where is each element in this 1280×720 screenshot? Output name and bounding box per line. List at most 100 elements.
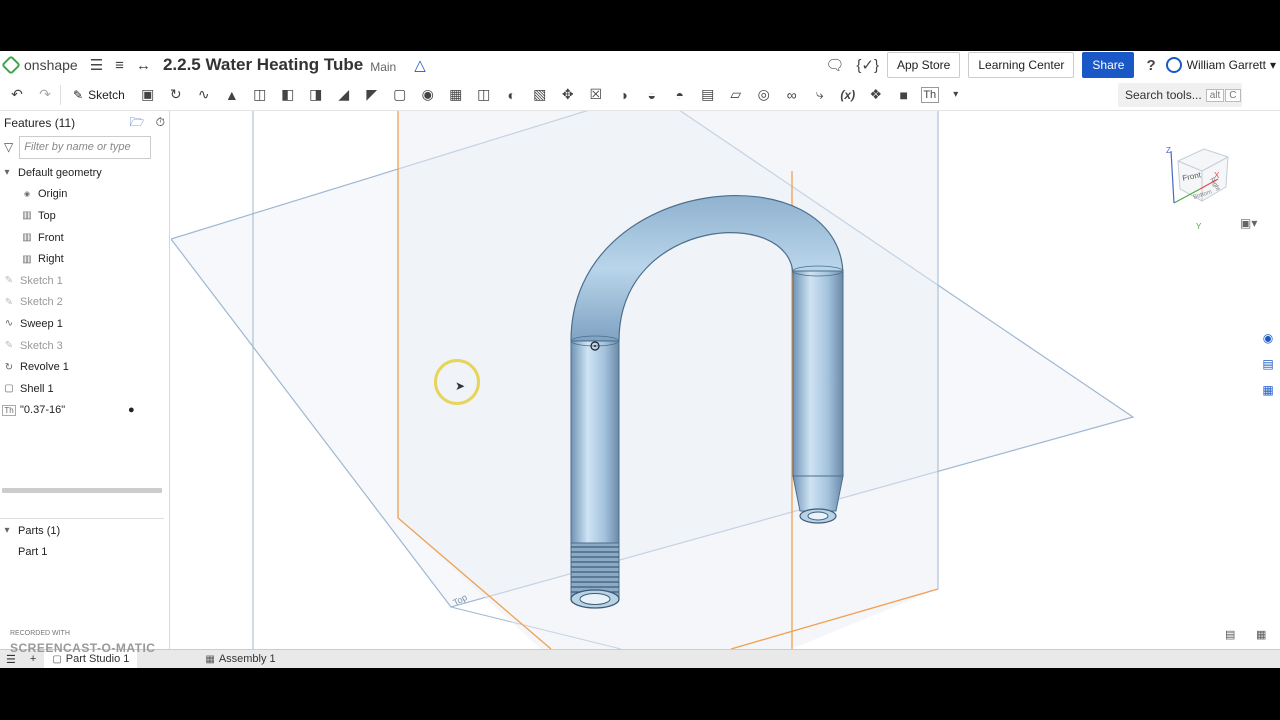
logo-text: onshape bbox=[24, 57, 78, 73]
chamfer-icon[interactable]: ◨ bbox=[305, 84, 327, 106]
toolbar: ↶ ↷ ✎ Sketch ▣ ↻ ∿ ▲ ◫ ◧ ◨ ◢ ◤ ▢ ◉ ▦ ◫ ◐… bbox=[0, 79, 1280, 111]
share-button[interactable]: Share bbox=[1082, 52, 1135, 78]
filter-row: ▽ Filter by name or type bbox=[0, 135, 169, 159]
feature-item-revolve-1[interactable]: ↻ Revolve 1 bbox=[0, 356, 169, 378]
default-geometry-folder[interactable]: ▾ Default geometry bbox=[0, 162, 169, 184]
sketch-button[interactable]: ✎ Sketch bbox=[73, 88, 125, 102]
model-canvas: Top Front Right Bottom Z X Y ▣▾ bbox=[171, 111, 1257, 649]
mate-connector-icon[interactable]: ◎ bbox=[753, 84, 775, 106]
comments-icon[interactable]: 🗨 bbox=[825, 56, 844, 74]
alt-key-hint: alt bbox=[1205, 88, 1225, 102]
variable-icon[interactable]: (x) bbox=[837, 84, 859, 106]
feature-label: "0.37-16" bbox=[20, 404, 66, 417]
parts-title: Parts (1) bbox=[18, 524, 61, 537]
hole-icon[interactable]: ◉ bbox=[417, 84, 439, 106]
pencil-icon: ✎ bbox=[73, 87, 84, 102]
document-title[interactable]: 2.2.5 Water Heating Tube bbox=[163, 55, 363, 75]
y-axis-label: Y bbox=[1196, 222, 1202, 231]
chevron-down-icon: ▾ bbox=[4, 525, 10, 537]
offset-surface-icon[interactable]: ▤ bbox=[697, 84, 719, 106]
appearance-panel-icon[interactable]: ◉ bbox=[1256, 331, 1280, 357]
helix-icon[interactable]: ∞ bbox=[781, 84, 803, 106]
view-options-icon[interactable]: ▣▾ bbox=[1240, 216, 1257, 230]
extrude-icon[interactable]: ▣ bbox=[137, 84, 159, 106]
onshape-logo-icon bbox=[1, 55, 21, 75]
feature-item-origin[interactable]: ◉ Origin bbox=[0, 184, 169, 206]
measure-icon[interactable]: ▤ bbox=[1225, 628, 1235, 641]
feature-item-top[interactable]: ▥ Top bbox=[0, 205, 169, 227]
frame-icon[interactable]: ■ bbox=[893, 84, 915, 106]
fillet-icon[interactable]: ◧ bbox=[277, 84, 299, 106]
chevron-down-icon[interactable]: ▾ bbox=[945, 84, 967, 106]
loft-icon[interactable]: ▲ bbox=[221, 84, 243, 106]
replace-face-icon[interactable]: ◓ bbox=[669, 84, 691, 106]
chevron-down-icon: ▾ bbox=[4, 167, 10, 179]
boolean-icon[interactable]: ◐ bbox=[501, 84, 523, 106]
feature-item-sketch-3[interactable]: ✎ Sketch 3 bbox=[0, 335, 169, 357]
render-mode-icon[interactable]: ▦ bbox=[1256, 628, 1266, 641]
onshape-logo[interactable]: onshape bbox=[1, 55, 78, 75]
menu-icon[interactable]: ☰ bbox=[90, 56, 103, 74]
rollback-bar[interactable] bbox=[2, 488, 162, 493]
graphics-viewport[interactable]: Top Front Right Bottom Z X Y ▣▾ ➤ ▤ ▦ bbox=[171, 111, 1280, 649]
sketch-label: Sketch bbox=[88, 87, 125, 102]
add-folder-icon[interactable]: 🗁 bbox=[129, 115, 144, 129]
user-avatar-icon bbox=[1165, 57, 1182, 73]
search-tools-input[interactable]: Search tools... alt C bbox=[1118, 83, 1242, 107]
rib-icon[interactable]: ◤ bbox=[361, 84, 383, 106]
features-title: Features (11) bbox=[4, 116, 76, 130]
delete-part-icon[interactable]: ☒ bbox=[585, 84, 607, 106]
feature-item-right[interactable]: ▥ Right bbox=[0, 248, 169, 270]
split-icon[interactable]: ▧ bbox=[529, 84, 551, 106]
sheet-metal-icon[interactable]: ❖ bbox=[865, 84, 887, 106]
mirror-icon[interactable]: ◫ bbox=[473, 84, 495, 106]
feature-list-icon[interactable]: ≡ bbox=[115, 57, 124, 74]
feature-item-front[interactable]: ▥ Front bbox=[0, 227, 169, 249]
education-cap-icon[interactable]: △ bbox=[414, 56, 426, 74]
transform-icon[interactable]: ✥ bbox=[557, 84, 579, 106]
shell-icon[interactable]: ▢ bbox=[389, 84, 411, 106]
bill-of-materials-icon[interactable]: ▤ bbox=[1256, 357, 1280, 383]
filter-input[interactable]: Filter by name or type bbox=[19, 135, 152, 159]
help-icon[interactable]: ? bbox=[1146, 57, 1155, 74]
sweep-icon: ∿ bbox=[4, 318, 14, 330]
plane-icon: ▥ bbox=[22, 232, 32, 244]
draft-icon[interactable]: ◢ bbox=[333, 84, 355, 106]
redo-icon[interactable]: ↷ bbox=[34, 84, 56, 106]
user-menu[interactable]: William Garrett ▾ bbox=[1165, 57, 1280, 73]
move-face-icon[interactable]: ◒ bbox=[641, 84, 663, 106]
revolve-icon[interactable]: ↻ bbox=[165, 84, 187, 106]
view-cube[interactable]: Front Right Bottom Z X Y bbox=[1166, 146, 1229, 231]
rollback-timer-icon[interactable]: ⏱ bbox=[156, 115, 165, 129]
sweep-icon[interactable]: ∿ bbox=[193, 84, 215, 106]
feature-item-thread[interactable]: Th "0.37-16" ● bbox=[0, 400, 169, 422]
feature-label: Right bbox=[38, 253, 64, 266]
feature-item-sketch-1[interactable]: ✎ Sketch 1 bbox=[0, 270, 169, 292]
user-name: William Garrett bbox=[1186, 58, 1266, 72]
x-axis-label: X bbox=[1214, 171, 1220, 180]
thicken-icon[interactable]: ◫ bbox=[249, 84, 271, 106]
text-feature-icon[interactable]: Th bbox=[920, 86, 939, 103]
feature-list-panel: Features (11) 🗁 ⏱ ▽ Filter by name or ty… bbox=[0, 111, 170, 649]
onshape-app: onshape ☰ ≡ ↔ 2.2.5 Water Heating Tube M… bbox=[0, 51, 1280, 668]
curve-icon[interactable]: ⤷ bbox=[809, 84, 831, 106]
app-store-button[interactable]: App Store bbox=[886, 52, 961, 78]
plus-branch-icon[interactable]: ↔ bbox=[136, 57, 151, 74]
recorded-with-label: RECORDED WITH bbox=[10, 630, 70, 637]
modify-fillet-icon[interactable]: ◑ bbox=[613, 84, 635, 106]
tab-assembly[interactable]: ▦ Assembly 1 bbox=[197, 650, 283, 669]
branch-name[interactable]: Main bbox=[370, 60, 396, 74]
feature-item-sketch-2[interactable]: ✎ Sketch 2 bbox=[0, 292, 169, 314]
plane-icon[interactable]: ▱ bbox=[725, 84, 747, 106]
learning-center-button[interactable]: Learning Center bbox=[968, 52, 1075, 78]
variables-icon[interactable]: {✓} bbox=[856, 56, 879, 74]
feature-item-shell-1[interactable]: ▢ Shell 1 bbox=[0, 378, 169, 400]
parts-folder[interactable]: ▾ Parts (1) bbox=[0, 520, 168, 542]
undo-icon[interactable]: ↶ bbox=[6, 84, 28, 106]
pattern-icon[interactable]: ▦ bbox=[445, 84, 467, 106]
rollback-marker-icon[interactable]: ● bbox=[128, 404, 135, 416]
feature-item-sweep-1[interactable]: ∿ Sweep 1 bbox=[0, 313, 169, 335]
part-item[interactable]: Part 1 bbox=[0, 542, 168, 564]
properties-panel-icon[interactable]: ▦ bbox=[1256, 383, 1280, 409]
sketch-icon: ✎ bbox=[4, 296, 14, 308]
